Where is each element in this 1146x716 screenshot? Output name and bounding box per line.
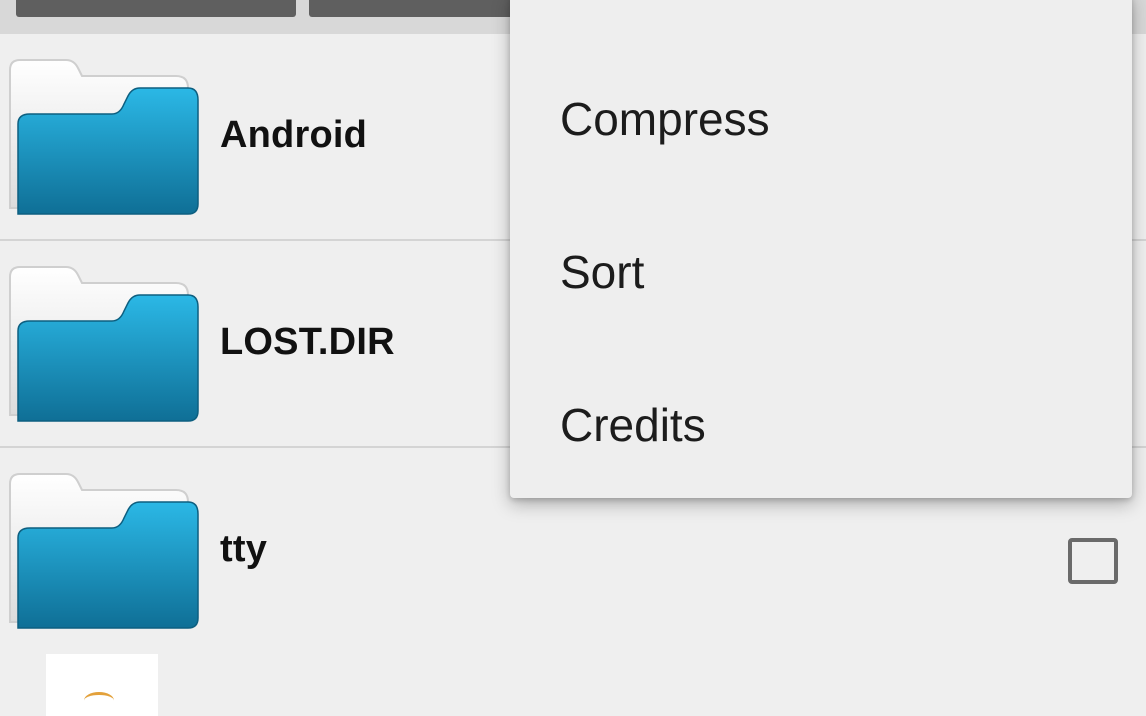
logo-thumbnail xyxy=(46,654,158,716)
menu-item-label: Compress xyxy=(560,93,770,145)
file-row-partial[interactable] xyxy=(0,652,1146,716)
folder-icon xyxy=(9,266,199,422)
menu-item-label: Credits xyxy=(560,399,706,451)
file-manager-screen: Android LOST.DIR tty Compress Sort Credi… xyxy=(0,0,1146,716)
menu-item-label: Sort xyxy=(560,246,645,298)
file-name: Android xyxy=(220,114,368,156)
menu-item-credits[interactable]: Credits xyxy=(510,350,1132,500)
folder-icon xyxy=(9,473,199,629)
menu-item-compress[interactable]: Compress xyxy=(510,44,1132,194)
file-name: tty xyxy=(220,528,268,570)
logo-mark-icon xyxy=(84,692,114,709)
select-checkbox[interactable] xyxy=(1068,538,1118,584)
toolbar-button-left[interactable] xyxy=(16,0,296,17)
file-name: LOST.DIR xyxy=(220,321,395,363)
menu-item-sort[interactable]: Sort xyxy=(510,197,1132,347)
toolbar-button-middle[interactable] xyxy=(309,0,529,17)
folder-icon xyxy=(9,59,199,215)
overflow-menu: Compress Sort Credits xyxy=(510,0,1132,498)
